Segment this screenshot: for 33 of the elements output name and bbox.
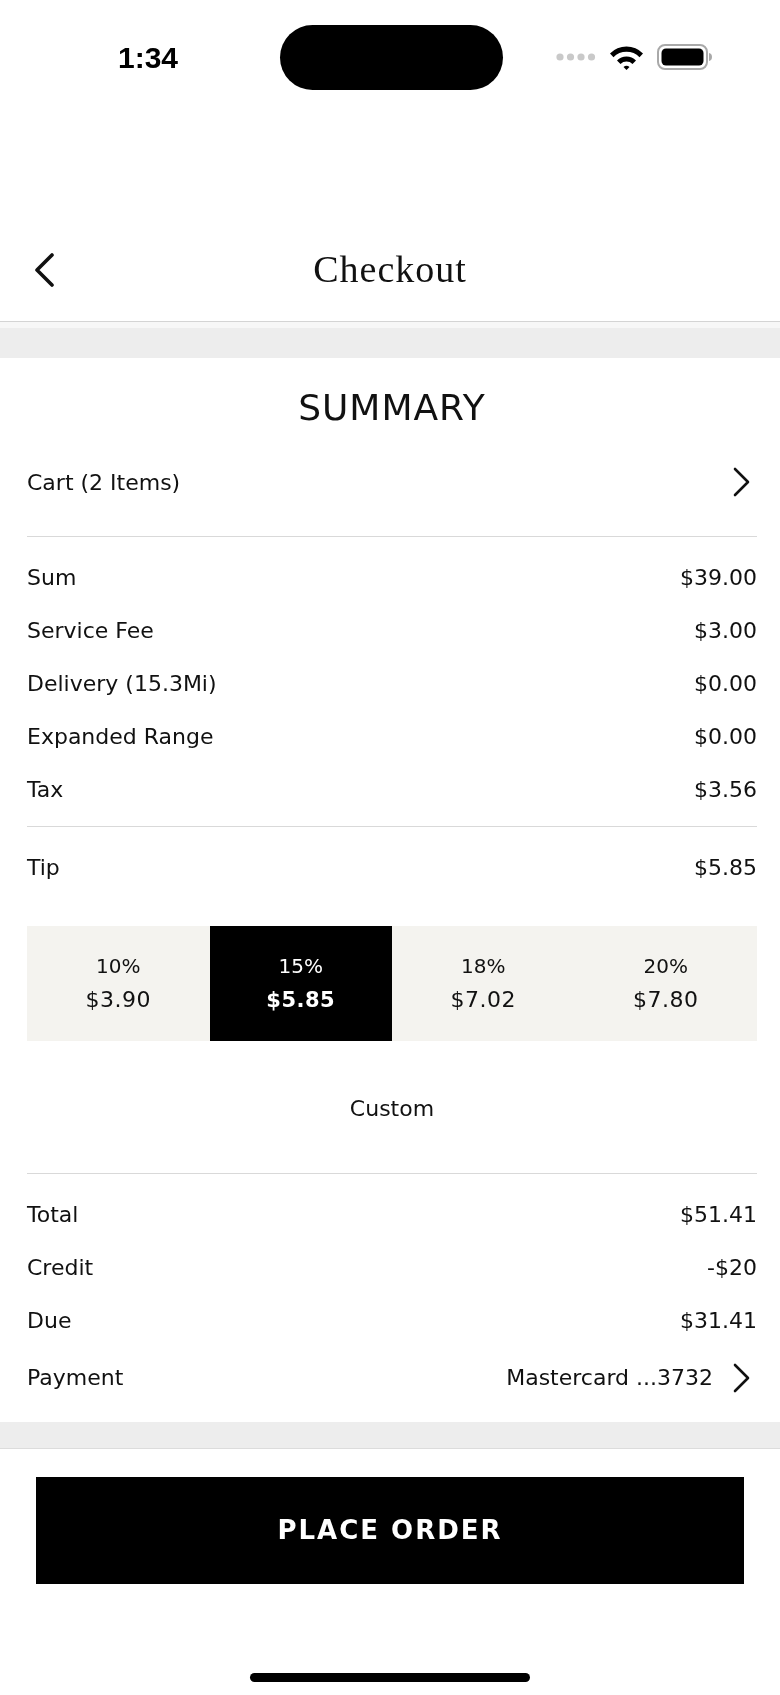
back-icon[interactable] [33, 251, 55, 288]
place-order-button[interactable]: PLACE ORDER [36, 1477, 744, 1584]
page-title: Checkout [313, 247, 467, 292]
signal-icon [556, 53, 596, 61]
total-label: Total [27, 1201, 79, 1229]
payment-method-button[interactable]: Mastercard ...3732 [506, 1361, 757, 1394]
payment-label: Payment [27, 1364, 124, 1392]
charge-amount: $3.00 [694, 617, 757, 645]
wifi-icon [609, 44, 644, 70]
tip-amount: $5.85 [694, 854, 757, 882]
total-amount: $31.41 [680, 1307, 757, 1335]
total-amount: $51.41 [680, 1201, 757, 1229]
charge-amount: $0.00 [694, 723, 757, 751]
charge-label: Delivery (15.3Mi) [27, 670, 217, 698]
total-label: Due [27, 1307, 72, 1335]
charge-label: Expanded Range [27, 723, 214, 751]
battery-icon [657, 44, 713, 70]
summary-heading: SUMMARY [298, 386, 486, 430]
tip-option[interactable]: 15% $5.85 [209, 926, 392, 1041]
status-time: 1:34 [117, 39, 178, 76]
charge-label: Sum [27, 564, 77, 592]
charge-amount: $3.56 [694, 776, 757, 804]
total-amount: -$20 [707, 1254, 757, 1282]
custom-tip-button[interactable]: Custom [345, 1092, 439, 1125]
cart-row[interactable]: Cart (2 Items) [27, 452, 757, 512]
total-label: Credit [27, 1254, 94, 1282]
charge-amount: $39.00 [680, 564, 757, 592]
tip-label: Tip [27, 854, 60, 882]
chevron-right-icon [733, 1362, 750, 1393]
charge-amount: $0.00 [694, 670, 757, 698]
charge-label: Tax [27, 776, 64, 804]
chevron-right-icon [733, 467, 750, 497]
charge-label: Service Fee [27, 617, 154, 645]
